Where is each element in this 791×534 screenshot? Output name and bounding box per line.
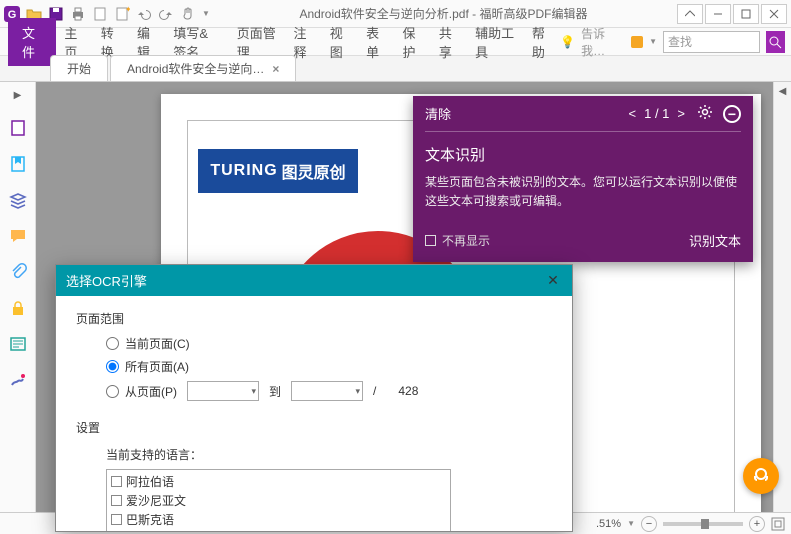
svg-text:✦: ✦ xyxy=(125,6,130,14)
page-range-label: 页面范围 xyxy=(76,310,552,327)
lang-item[interactable]: 保加利亚语 xyxy=(111,529,446,532)
notification-settings-icon[interactable] xyxy=(697,104,713,123)
notification-panel: 清除 < 1 / 1 > − 文本识别 某些页面包含未被识别的文本。您可以运行文… xyxy=(413,96,753,262)
dialog-titlebar[interactable]: 选择OCR引擎 ✕ xyxy=(56,265,572,296)
notification-noshow-label: 不再显示 xyxy=(442,232,490,249)
radio-all-label: 所有页面(A) xyxy=(125,358,189,375)
radio-current-page[interactable]: 当前页面(C) xyxy=(106,335,552,352)
radio-current-label: 当前页面(C) xyxy=(125,335,190,352)
attachments-panel-icon[interactable] xyxy=(9,263,27,281)
total-pages: 428 xyxy=(398,384,418,398)
notification-pager: < 1 / 1 > xyxy=(629,106,685,121)
notification-action-button[interactable]: 识别文本 xyxy=(689,231,741,250)
bookmark-panel-icon[interactable] xyxy=(9,155,27,173)
menu-help[interactable]: 帮助 xyxy=(524,18,560,66)
turing-logo: TURING图灵原创 xyxy=(198,149,358,193)
zoom-dropdown-icon[interactable]: ▼ xyxy=(627,519,635,528)
tell-me[interactable]: 告诉我… xyxy=(581,25,623,59)
notification-close-button[interactable]: − xyxy=(723,105,741,123)
chevron-down-icon: ▾ xyxy=(251,386,256,397)
lang-item-label: 爱沙尼亚文 xyxy=(126,492,186,509)
minimize-button[interactable] xyxy=(705,4,731,24)
radio-all-pages[interactable]: 所有页面(A) xyxy=(106,358,552,375)
page-panel-icon[interactable] xyxy=(9,119,27,137)
search-input[interactable]: 查找 xyxy=(663,31,760,53)
settings-label: 设置 xyxy=(76,419,552,436)
menu-form[interactable]: 表单 xyxy=(358,18,394,66)
lang-item[interactable]: 阿拉伯语 xyxy=(111,472,446,491)
menu-view[interactable]: 视图 xyxy=(322,18,358,66)
to-page-combo[interactable]: ▾ xyxy=(291,381,363,401)
zoom-value: .51% xyxy=(596,518,621,530)
security-panel-icon[interactable] xyxy=(9,299,27,317)
notification-next-icon[interactable]: > xyxy=(677,106,685,121)
lang-item-label: 阿拉伯语 xyxy=(126,473,174,490)
left-sidebar: ▶ xyxy=(0,82,36,512)
ocr-dialog: 选择OCR引擎 ✕ 页面范围 当前页面(C) 所有页面(A) 从页面(P) ▾ … xyxy=(55,264,573,532)
menubar: 文件 主页 转换 编辑 填写&签名 页面管理 注释 视图 表单 保护 共享 辅助… xyxy=(0,28,791,56)
tab-document-label: Android软件安全与逆向… xyxy=(127,60,264,77)
notification-clear-button[interactable]: 清除 xyxy=(425,104,451,123)
to-label: 到 xyxy=(269,383,281,400)
search-placeholder: 查找 xyxy=(668,33,692,50)
zoom-out-button[interactable]: − xyxy=(641,516,657,532)
skin-dropdown-icon[interactable]: ▼ xyxy=(649,37,657,46)
zoom-in-button[interactable]: + xyxy=(749,516,765,532)
languages-label: 当前支持的语言： xyxy=(106,446,552,463)
tab-start[interactable]: 开始 xyxy=(50,55,108,81)
search-button[interactable] xyxy=(766,31,785,53)
right-sidebar: ◀ xyxy=(773,82,791,512)
fit-page-icon[interactable] xyxy=(771,517,785,531)
from-page-combo[interactable]: ▾ xyxy=(187,381,259,401)
sidebar-expand-icon[interactable]: ▶ xyxy=(14,90,22,101)
comments-panel-icon[interactable] xyxy=(9,227,27,245)
tab-document[interactable]: Android软件安全与逆向… × xyxy=(110,55,296,81)
language-listbox[interactable]: 阿拉伯语 爱沙尼亚文 巴斯克语 保加利亚语 xyxy=(106,469,451,532)
notification-body: 某些页面包含未被识别的文本。您可以运行文本识别以便使这些文本可搜索或可编辑。 xyxy=(425,173,741,211)
ribbon-toggle-icon[interactable] xyxy=(677,4,703,24)
notification-prev-icon[interactable]: < xyxy=(629,106,637,121)
support-fab[interactable] xyxy=(743,458,779,494)
lang-item[interactable]: 巴斯克语 xyxy=(111,510,446,529)
lang-item-label: 保加利亚语 xyxy=(126,530,186,532)
dialog-title: 选择OCR引擎 xyxy=(66,271,147,290)
radio-from-label: 从页面(P) xyxy=(125,383,177,400)
notification-title: 文本识别 xyxy=(425,144,741,165)
lang-item[interactable]: 爱沙尼亚文 xyxy=(111,491,446,510)
signature-panel-icon[interactable] xyxy=(9,371,27,389)
close-button[interactable] xyxy=(761,4,787,24)
lang-item-label: 巴斯克语 xyxy=(126,511,174,528)
tab-start-label: 开始 xyxy=(67,60,91,77)
dialog-close-button[interactable]: ✕ xyxy=(544,272,562,289)
window-controls xyxy=(677,4,787,24)
bulb-icon[interactable]: 💡 xyxy=(560,35,575,49)
menu-accessibility[interactable]: 辅助工具 xyxy=(467,18,524,66)
form-panel-icon[interactable] xyxy=(9,335,27,353)
maximize-button[interactable] xyxy=(733,4,759,24)
tab-close-icon[interactable]: × xyxy=(272,62,279,76)
notification-noshow-checkbox[interactable]: 不再显示 xyxy=(425,232,490,249)
menu-share[interactable]: 共享 xyxy=(431,18,467,66)
zoom-slider[interactable] xyxy=(663,522,743,526)
slash-label: / xyxy=(373,384,376,398)
notification-counter: 1 / 1 xyxy=(644,106,669,121)
skin-icon[interactable] xyxy=(629,34,643,50)
right-sidebar-expand-icon[interactable]: ◀ xyxy=(774,82,791,97)
layers-panel-icon[interactable] xyxy=(9,191,27,209)
chevron-down-icon: ▾ xyxy=(355,386,360,397)
radio-from-page[interactable]: 从页面(P) xyxy=(106,383,177,400)
menu-protect[interactable]: 保护 xyxy=(394,18,430,66)
